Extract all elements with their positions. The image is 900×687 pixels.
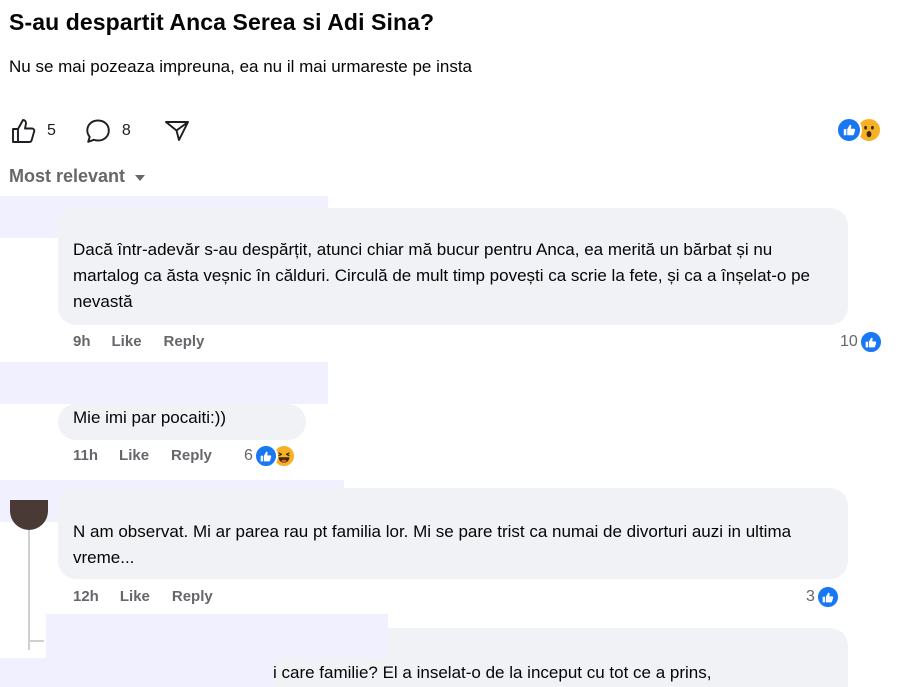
- reaction-count: 3: [806, 588, 815, 605]
- comment-reactions[interactable]: 10: [840, 330, 883, 354]
- comment-icon: [86, 119, 110, 143]
- comment-time[interactable]: 12h: [73, 588, 99, 605]
- post-title: S-au despartit Anca Serea si Adi Sina?: [9, 9, 435, 35]
- post-action-bar: 5 8: [9, 116, 191, 146]
- comment-bubble: Mie imi par pocaiti:)): [58, 404, 306, 440]
- comment-text: Mie imi par pocaiti:)): [73, 408, 227, 427]
- comment-count: 8: [121, 122, 131, 139]
- like-icon: [858, 330, 883, 354]
- comment-actions: 12h Like Reply: [73, 588, 213, 605]
- comment-reactions[interactable]: 6: [244, 444, 296, 468]
- reaction-count: 6: [244, 447, 253, 464]
- comment-like-button[interactable]: Like: [120, 588, 150, 605]
- like-icon: [253, 444, 278, 468]
- post-body: Nu se mai pozeaza impreuna, ea nu il mai…: [9, 57, 473, 76]
- comment-reactions[interactable]: 3: [806, 585, 840, 609]
- comment-time[interactable]: 9h: [73, 333, 91, 350]
- comment-reply-button[interactable]: Reply: [164, 333, 205, 350]
- reaction-count: 10: [840, 333, 858, 350]
- comment-text: N am observat. Mi ar parea rau pt famili…: [73, 522, 792, 567]
- like-icon: [836, 117, 862, 143]
- comment-actions: 11h Like Reply: [73, 447, 212, 464]
- comment-text: i care familie? El a inselat-o de la inc…: [273, 663, 712, 682]
- comment-reply-button[interactable]: Reply: [171, 447, 212, 464]
- redacted-author-name: [46, 614, 388, 658]
- thumbs-up-icon: [12, 119, 36, 143]
- like-icon: [815, 585, 840, 609]
- caret-down-icon: [135, 175, 146, 181]
- share-button[interactable]: [163, 117, 191, 145]
- avatar[interactable]: [10, 500, 48, 530]
- comment-text: Dacă într-adevăr s-au despărțit, atunci …: [73, 240, 810, 311]
- post-reactions[interactable]: [836, 117, 882, 143]
- comment-like-button[interactable]: Like: [112, 333, 142, 350]
- comment-like-button[interactable]: Like: [119, 447, 149, 464]
- comment-bubble: Dacă într-adevăr s-au despărțit, atunci …: [58, 208, 848, 325]
- thread-line: [28, 530, 30, 650]
- comment-bubble: N am observat. Mi ar parea rau pt famili…: [58, 488, 848, 579]
- redacted-author-name: [0, 362, 328, 404]
- comment-reply-button[interactable]: Reply: [172, 588, 213, 605]
- sort-label: Most relevant: [9, 166, 126, 186]
- thread-line: [28, 640, 44, 642]
- like-button[interactable]: 5: [9, 117, 56, 145]
- sort-dropdown[interactable]: Most relevant: [9, 166, 146, 187]
- share-icon: [164, 121, 189, 141]
- comment-time[interactable]: 11h: [73, 447, 98, 464]
- comment-actions: 9h Like Reply: [73, 333, 204, 350]
- like-count: 5: [47, 122, 56, 139]
- redacted-avatar: [0, 658, 274, 687]
- comment-button[interactable]: 8: [84, 117, 131, 145]
